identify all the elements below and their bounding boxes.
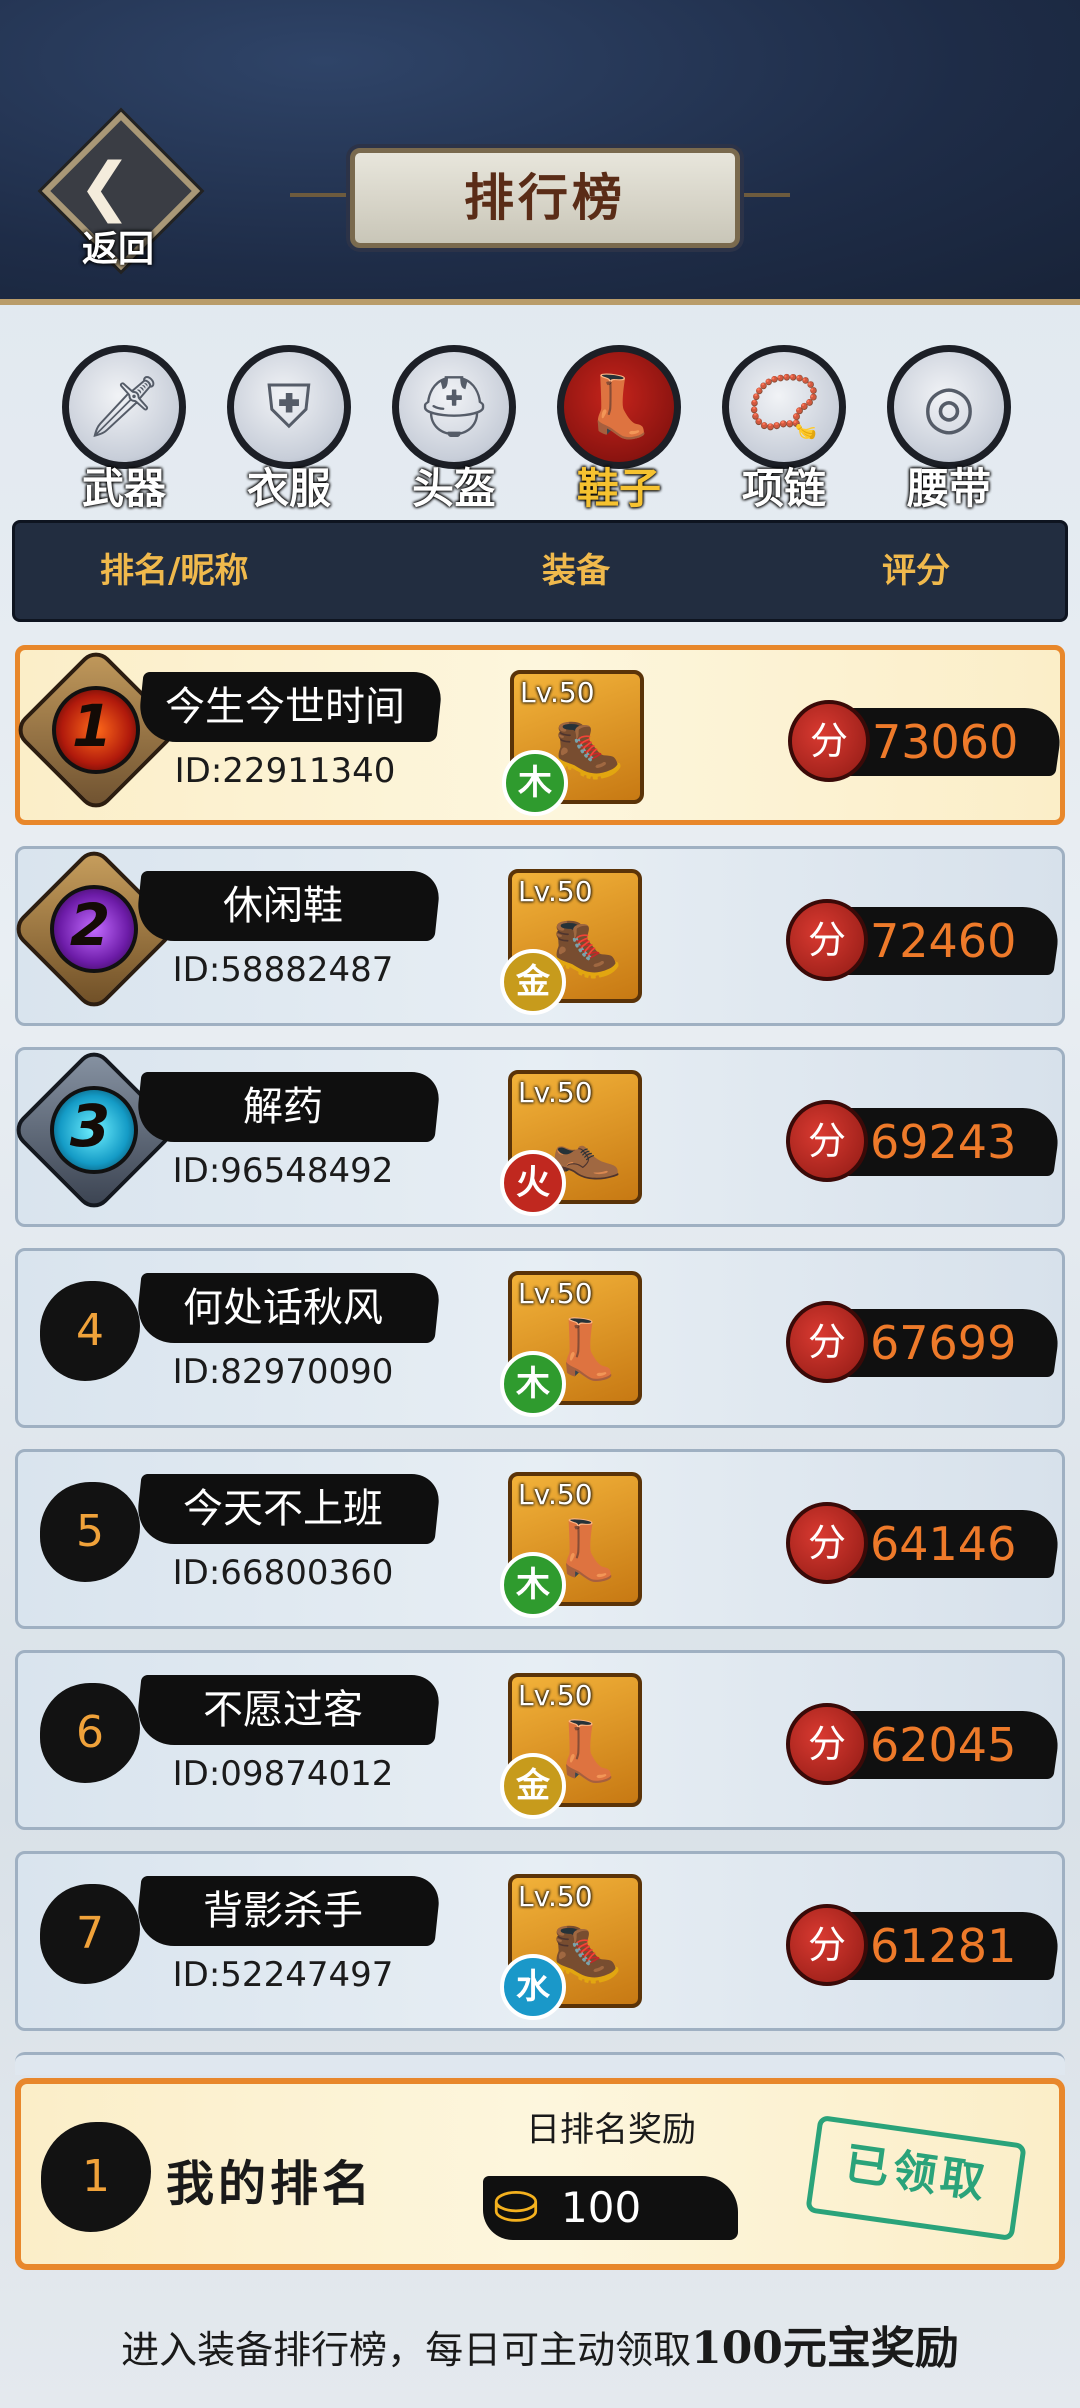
equipment-level: Lv.50 [518,1679,593,1712]
score-value: 61281 [870,1919,1017,1973]
reward-amount: 100 [561,2183,642,2232]
equipment-level: Lv.50 [518,1076,593,1109]
score-value: 73060 [872,715,1019,769]
element-badge: 木 [502,750,568,816]
ranking-row-2[interactable]: 2 休闲鞋 ID:58882487 Lv.50 🥾 金 分 72460 [9,844,1065,1026]
gold-ingot-icon: ⛀ [492,2171,540,2236]
score-icon: 分 [786,1100,868,1182]
equipment-level: Lv.50 [518,1478,593,1511]
element-badge: 金 [500,949,566,1015]
player-name: 不愿过客 [203,1687,363,1733]
player-id: ID:22911340 [174,751,396,791]
column-equipment: 装备 [542,551,610,591]
column-rank-name: 排名/昵称 [100,551,249,591]
boot-icon: 👢 [581,372,657,442]
score-value: 64146 [870,1517,1017,1571]
score-value: 62045 [870,1718,1017,1772]
score-value: 67699 [870,1316,1017,1370]
tab-label: 武器 [81,464,166,513]
daily-reward-title: 日排名奖励 [526,2110,696,2150]
top-header: ❮ 返回 排行榜 [0,0,1080,305]
element-badge: 木 [500,1552,566,1618]
element-badge: 木 [500,1351,566,1417]
player-name: 休闲鞋 [223,883,343,929]
element-badge: 火 [500,1150,566,1216]
ranking-row-partial [15,2052,1065,2075]
necklace-icon: 📿 [746,372,822,442]
player-id: ID:96548492 [172,1151,394,1191]
score-icon: 分 [786,1703,868,1785]
player-id: ID:82970090 [172,1352,394,1392]
tab-label: 项链 [741,464,826,513]
tab-belt[interactable]: ◎ 腰带 [877,345,1017,513]
equipment-level: Lv.50 [518,1880,593,1913]
tab-clothes[interactable]: ⛨ 衣服 [217,345,357,513]
player-id: ID:66800360 [172,1553,394,1593]
player-name: 今生今世时间 [165,684,405,730]
ranking-row-1[interactable]: 1 今生今世时间 ID:22911340 Lv.50 🥾 木 分 73060 [11,645,1065,825]
title-ornament-left [290,193,350,197]
player-name: 解药 [243,1084,323,1130]
footer-hint: 进入装备排行榜，每日可主动领取100元宝奖励 [0,2312,1080,2376]
score-icon: 分 [786,899,868,981]
equipment-level: Lv.50 [518,875,593,908]
title-banner: 排行榜 [290,140,790,250]
tab-label: 腰带 [906,464,991,513]
equipment-level: Lv.50 [520,676,595,709]
footer-highlight: 100元宝奖励 [691,2323,959,2374]
sword-icon: 🗡 [85,372,163,442]
back-button[interactable]: ❮ 返回 [40,111,201,271]
player-name: 今天不上班 [183,1486,383,1532]
player-id: ID:09874012 [172,1754,394,1794]
score-value: 72460 [870,914,1017,968]
ranking-row-5[interactable]: 5 今天不上班 ID:66800360 Lv.50 👢 木 分 64146 [15,1449,1065,1629]
player-id: ID:52247497 [172,1955,394,1995]
ranking-row-3[interactable]: 3 解药 ID:96548492 Lv.50 👞 火 分 69243 [9,1045,1065,1227]
my-rank-panel: 1 我的排名 日排名奖励 ⛀ 100 已领取 [15,2078,1065,2270]
ranking-row-7[interactable]: 7 背影杀手 ID:52247497 Lv.50 🥾 水 分 61281 [15,1851,1065,2031]
player-name: 何处话秋风 [183,1285,383,1331]
equipment-level: Lv.50 [518,1277,593,1310]
tab-helmet[interactable]: ⛑ 头盔 [382,345,522,513]
tab-shoes[interactable]: 👢 鞋子 [547,345,687,513]
helmet-icon: ⛑ [415,372,493,442]
footer-text: 进入装备排行榜，每日可主动领取 [121,2328,692,2372]
element-badge: 水 [500,1954,566,2020]
back-button-label: 返回 [81,228,154,270]
my-rank-number: 1 [82,2151,110,2202]
page-title: 排行榜 [464,168,626,227]
score-icon: 分 [786,1502,868,1584]
my-rank-label: 我的排名 [166,2156,375,2212]
column-score: 评分 [882,551,950,591]
score-icon: 分 [788,700,870,782]
armor-icon: ⛨ [266,372,312,442]
player-id: ID:58882487 [172,950,394,990]
score-icon: 分 [786,1301,868,1383]
score-value: 69243 [870,1115,1017,1169]
claimed-stamp[interactable]: 已领取 [805,2114,1027,2242]
belt-icon: ◎ [922,372,976,442]
title-plate: 排行榜 [350,148,740,248]
ranking-row-4[interactable]: 4 何处话秋风 ID:82970090 Lv.50 👢 木 分 67699 [15,1248,1065,1428]
score-icon: 分 [786,1904,868,1986]
ranking-row-6[interactable]: 6 不愿过客 ID:09874012 Lv.50 👢 金 分 62045 [15,1650,1065,1830]
tab-necklace[interactable]: 📿 项链 [712,345,852,513]
column-header-bar: 排名/昵称 装备 评分 [12,520,1068,622]
tab-weapon[interactable]: 🗡 武器 [52,345,192,513]
element-badge: 金 [500,1753,566,1819]
player-name: 背影杀手 [203,1888,363,1934]
back-arrow-icon: ❮ [78,150,132,224]
tab-label: 衣服 [246,464,331,513]
tab-label: 头盔 [411,464,496,513]
tab-label: 鞋子 [576,464,661,513]
